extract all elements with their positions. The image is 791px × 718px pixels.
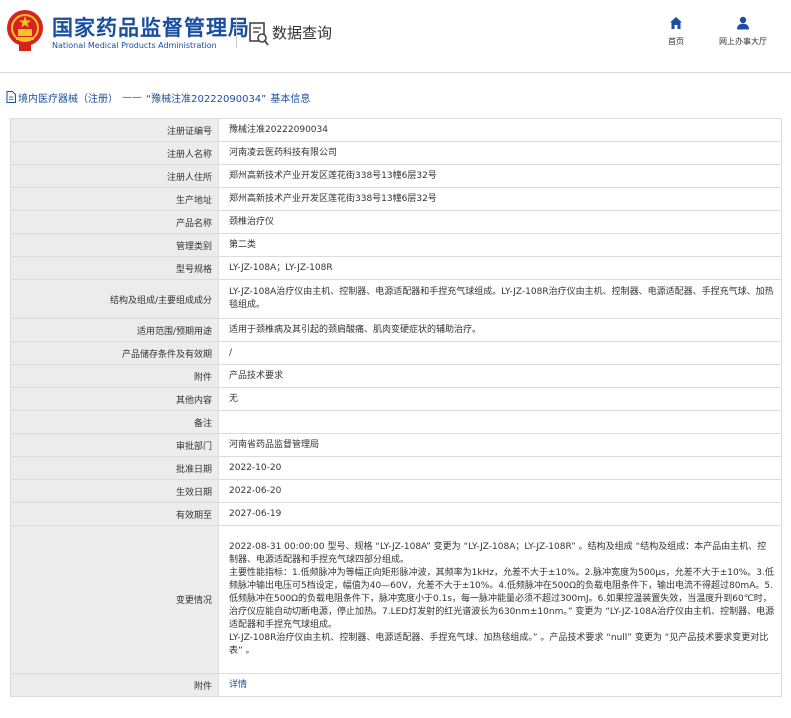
user-icon <box>737 16 749 30</box>
breadcrumb-record-id: “豫械注准20222090034” <box>146 93 267 105</box>
field-value: 2022-10-20 <box>218 456 782 480</box>
field-label: 附件 <box>10 673 219 697</box>
national-emblem-icon <box>7 10 43 51</box>
breadcrumb-suffix: 基本信息 <box>270 93 311 105</box>
field-label: 变更情况 <box>10 525 219 674</box>
field-value: 2022-06-20 <box>218 479 782 503</box>
field-value: 适用于颈椎病及其引起的颈肩酸痛、肌肉变硬症状的辅助治疗。 <box>218 318 782 342</box>
field-label: 型号规格 <box>10 256 219 280</box>
field-label: 注册人名称 <box>10 141 219 165</box>
nav-home-label: 首页 <box>668 37 684 46</box>
field-value: 河南省药品监督管理局 <box>218 433 782 457</box>
breadcrumb-separator: —— <box>122 91 142 103</box>
field-label: 注册证编号 <box>10 118 219 142</box>
table-row: 附件 详情 <box>10 673 782 697</box>
nav-home-link[interactable]: 首页 <box>654 16 698 47</box>
breadcrumb-category-link[interactable]: 境内医疗器械（注册） <box>18 90 118 105</box>
field-value: LY-JZ-108A治疗仪由主机、控制器、电源适配器和手捏充气球组成。LY-JZ… <box>218 279 782 319</box>
field-value: 颈椎治疗仪 <box>218 210 782 234</box>
nav-online-office-link[interactable]: 网上办事大厅 <box>708 16 778 47</box>
field-label: 其他内容 <box>10 387 219 411</box>
field-label: 产品储存条件及有效期 <box>10 341 219 365</box>
field-label: 有效期至 <box>10 502 219 526</box>
field-label: 附件 <box>10 364 219 388</box>
section-title: 数据查询 <box>272 24 333 42</box>
field-label: 产品名称 <box>10 210 219 234</box>
record-detail-table: 注册证编号 豫械注准20222090034 注册人名称 河南凌云医药科技有限公司… <box>10 118 782 697</box>
field-value <box>218 410 782 434</box>
table-row: 附件 产品技术要求 <box>10 364 782 388</box>
field-value: 豫械注准20222090034 <box>218 118 782 142</box>
field-label: 生效日期 <box>10 479 219 503</box>
details-link[interactable]: 详情 <box>229 680 247 690</box>
field-value: / <box>218 341 782 365</box>
field-value: 无 <box>218 387 782 411</box>
table-row: 生效日期 2022-06-20 <box>10 479 782 503</box>
table-row: 其他内容 无 <box>10 387 782 411</box>
table-row: 产品名称 颈椎治疗仪 <box>10 210 782 234</box>
field-label: 备注 <box>10 410 219 434</box>
table-row: 备注 <box>10 410 782 434</box>
field-label: 生产地址 <box>10 187 219 211</box>
table-row: 批准日期 2022-10-20 <box>10 456 782 480</box>
header-divider <box>236 18 237 48</box>
field-value: 郑州高新技术产业开发区莲花街338号13幢6层32号 <box>218 187 782 211</box>
table-row: 生产地址 郑州高新技术产业开发区莲花街338号13幢6层32号 <box>10 187 782 211</box>
field-label: 管理类别 <box>10 233 219 257</box>
field-value: 产品技术要求 <box>218 364 782 388</box>
field-label: 审批部门 <box>10 433 219 457</box>
table-row: 注册人住所 郑州高新技术产业开发区莲花街338号13幢6层32号 <box>10 164 782 188</box>
document-icon <box>6 91 16 103</box>
field-value: 第二类 <box>218 233 782 257</box>
site-name-cn[interactable]: 国家药品监督管理局 <box>52 12 250 42</box>
breadcrumb: 境内医疗器械（注册） —— “豫械注准20222090034” 基本信息 <box>6 86 310 108</box>
site-header: 国家药品监督管理局 National Medical Products Admi… <box>0 0 791 70</box>
field-value: 2027-06-19 <box>218 502 782 526</box>
field-value: 郑州高新技术产业开发区莲花街338号13幢6层32号 <box>218 164 782 188</box>
field-value: LY-JZ-108A；LY-JZ-108R <box>218 256 782 280</box>
table-row: 有效期至 2027-06-19 <box>10 502 782 526</box>
table-row: 审批部门 河南省药品监督管理局 <box>10 433 782 457</box>
document-search-icon <box>249 22 269 46</box>
home-icon <box>670 17 682 29</box>
nav-online-office-label: 网上办事大厅 <box>719 37 767 46</box>
table-row: 变更情况 2022-08-31 00:00:00 型号、规格 “LY-JZ-10… <box>10 525 782 674</box>
change-history-value: 2022-08-31 00:00:00 型号、规格 “LY-JZ-108A” 变… <box>218 525 782 674</box>
site-name-en[interactable]: National Medical Products Administration <box>52 41 217 50</box>
field-label: 结构及组成/主要组成成分 <box>10 279 219 319</box>
table-row: 注册人名称 河南凌云医药科技有限公司 <box>10 141 782 165</box>
table-row: 型号规格 LY-JZ-108A；LY-JZ-108R <box>10 256 782 280</box>
table-row: 结构及组成/主要组成成分 LY-JZ-108A治疗仪由主机、控制器、电源适配器和… <box>10 279 782 319</box>
field-label: 注册人住所 <box>10 164 219 188</box>
field-value: 河南凌云医药科技有限公司 <box>218 141 782 165</box>
table-row: 产品储存条件及有效期 / <box>10 341 782 365</box>
table-row: 管理类别 第二类 <box>10 233 782 257</box>
table-row: 注册证编号 豫械注准20222090034 <box>10 118 782 142</box>
table-row: 适用范围/预期用途 适用于颈椎病及其引起的颈肩酸痛、肌肉变硬症状的辅助治疗。 <box>10 318 782 342</box>
header-bottom-border <box>0 72 791 73</box>
attachment-value: 详情 <box>218 673 782 697</box>
field-label: 批准日期 <box>10 456 219 480</box>
field-label: 适用范围/预期用途 <box>10 318 219 342</box>
